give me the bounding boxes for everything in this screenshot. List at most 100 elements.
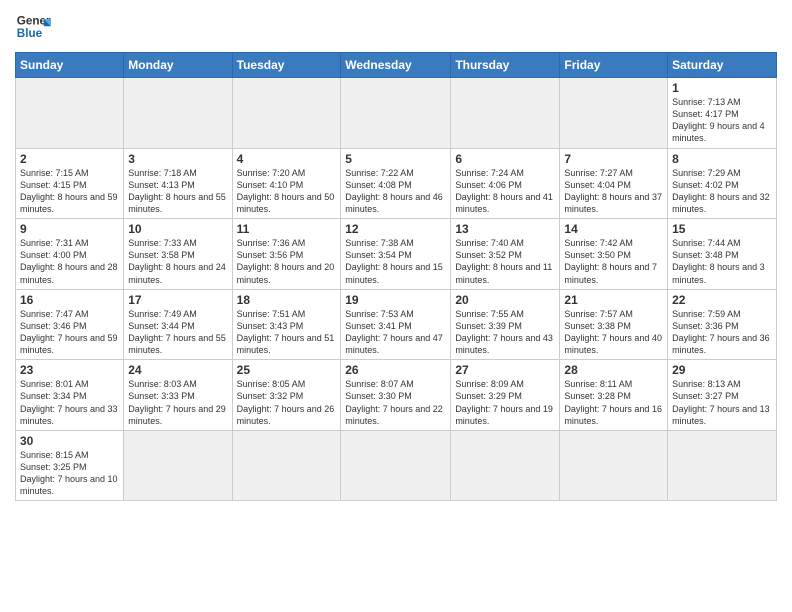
day-cell: 27Sunrise: 8:09 AMSunset: 3:29 PMDayligh… — [451, 360, 560, 431]
day-cell: 9Sunrise: 7:31 AMSunset: 4:00 PMDaylight… — [16, 219, 124, 290]
day-cell: 5Sunrise: 7:22 AMSunset: 4:08 PMDaylight… — [341, 148, 451, 219]
day-info: Sunrise: 7:29 AMSunset: 4:02 PMDaylight:… — [672, 167, 772, 216]
day-cell: 26Sunrise: 8:07 AMSunset: 3:30 PMDayligh… — [341, 360, 451, 431]
day-cell: 25Sunrise: 8:05 AMSunset: 3:32 PMDayligh… — [232, 360, 341, 431]
day-info: Sunrise: 8:09 AMSunset: 3:29 PMDaylight:… — [455, 378, 555, 427]
day-number: 20 — [455, 293, 555, 307]
day-info: Sunrise: 7:40 AMSunset: 3:52 PMDaylight:… — [455, 237, 555, 286]
day-cell — [341, 430, 451, 501]
day-cell — [232, 78, 341, 149]
day-number: 10 — [128, 222, 227, 236]
day-cell: 19Sunrise: 7:53 AMSunset: 3:41 PMDayligh… — [341, 289, 451, 360]
logo: General Blue — [15, 10, 51, 46]
weekday-header-row: SundayMondayTuesdayWednesdayThursdayFrid… — [16, 53, 777, 78]
day-cell: 10Sunrise: 7:33 AMSunset: 3:58 PMDayligh… — [124, 219, 232, 290]
day-cell: 7Sunrise: 7:27 AMSunset: 4:04 PMDaylight… — [560, 148, 668, 219]
day-cell: 17Sunrise: 7:49 AMSunset: 3:44 PMDayligh… — [124, 289, 232, 360]
day-number: 14 — [564, 222, 663, 236]
day-number: 27 — [455, 363, 555, 377]
day-number: 7 — [564, 152, 663, 166]
day-number: 17 — [128, 293, 227, 307]
day-cell: 23Sunrise: 8:01 AMSunset: 3:34 PMDayligh… — [16, 360, 124, 431]
day-number: 23 — [20, 363, 119, 377]
page: General Blue SundayMondayTuesdayWednesda… — [0, 0, 792, 612]
day-cell: 30Sunrise: 8:15 AMSunset: 3:25 PMDayligh… — [16, 430, 124, 501]
day-number: 28 — [564, 363, 663, 377]
day-cell: 15Sunrise: 7:44 AMSunset: 3:48 PMDayligh… — [668, 219, 777, 290]
day-cell: 13Sunrise: 7:40 AMSunset: 3:52 PMDayligh… — [451, 219, 560, 290]
day-info: Sunrise: 7:53 AMSunset: 3:41 PMDaylight:… — [345, 308, 446, 357]
weekday-header-tuesday: Tuesday — [232, 53, 341, 78]
svg-text:Blue: Blue — [17, 27, 43, 40]
day-info: Sunrise: 7:49 AMSunset: 3:44 PMDaylight:… — [128, 308, 227, 357]
day-number: 19 — [345, 293, 446, 307]
day-cell: 11Sunrise: 7:36 AMSunset: 3:56 PMDayligh… — [232, 219, 341, 290]
day-cell: 8Sunrise: 7:29 AMSunset: 4:02 PMDaylight… — [668, 148, 777, 219]
week-row-0: 1Sunrise: 7:13 AMSunset: 4:17 PMDaylight… — [16, 78, 777, 149]
day-cell: 14Sunrise: 7:42 AMSunset: 3:50 PMDayligh… — [560, 219, 668, 290]
day-cell — [451, 78, 560, 149]
day-cell: 22Sunrise: 7:59 AMSunset: 3:36 PMDayligh… — [668, 289, 777, 360]
week-row-4: 23Sunrise: 8:01 AMSunset: 3:34 PMDayligh… — [16, 360, 777, 431]
day-number: 15 — [672, 222, 772, 236]
day-info: Sunrise: 7:59 AMSunset: 3:36 PMDaylight:… — [672, 308, 772, 357]
day-cell: 29Sunrise: 8:13 AMSunset: 3:27 PMDayligh… — [668, 360, 777, 431]
day-number: 6 — [455, 152, 555, 166]
day-info: Sunrise: 8:13 AMSunset: 3:27 PMDaylight:… — [672, 378, 772, 427]
week-row-1: 2Sunrise: 7:15 AMSunset: 4:15 PMDaylight… — [16, 148, 777, 219]
day-number: 25 — [237, 363, 337, 377]
day-number: 4 — [237, 152, 337, 166]
day-number: 11 — [237, 222, 337, 236]
day-number: 22 — [672, 293, 772, 307]
weekday-header-monday: Monday — [124, 53, 232, 78]
weekday-header-friday: Friday — [560, 53, 668, 78]
logo-icon: General Blue — [15, 10, 51, 46]
week-row-2: 9Sunrise: 7:31 AMSunset: 4:00 PMDaylight… — [16, 219, 777, 290]
day-number: 16 — [20, 293, 119, 307]
day-info: Sunrise: 7:13 AMSunset: 4:17 PMDaylight:… — [672, 96, 772, 145]
day-info: Sunrise: 7:38 AMSunset: 3:54 PMDaylight:… — [345, 237, 446, 286]
day-number: 26 — [345, 363, 446, 377]
day-number: 8 — [672, 152, 772, 166]
day-cell: 16Sunrise: 7:47 AMSunset: 3:46 PMDayligh… — [16, 289, 124, 360]
day-cell: 24Sunrise: 8:03 AMSunset: 3:33 PMDayligh… — [124, 360, 232, 431]
day-cell — [232, 430, 341, 501]
day-info: Sunrise: 7:57 AMSunset: 3:38 PMDaylight:… — [564, 308, 663, 357]
day-cell: 21Sunrise: 7:57 AMSunset: 3:38 PMDayligh… — [560, 289, 668, 360]
day-cell: 20Sunrise: 7:55 AMSunset: 3:39 PMDayligh… — [451, 289, 560, 360]
day-cell — [451, 430, 560, 501]
day-number: 24 — [128, 363, 227, 377]
day-info: Sunrise: 8:01 AMSunset: 3:34 PMDaylight:… — [20, 378, 119, 427]
day-number: 13 — [455, 222, 555, 236]
day-info: Sunrise: 7:42 AMSunset: 3:50 PMDaylight:… — [564, 237, 663, 286]
day-cell — [560, 430, 668, 501]
week-row-3: 16Sunrise: 7:47 AMSunset: 3:46 PMDayligh… — [16, 289, 777, 360]
day-number: 9 — [20, 222, 119, 236]
day-cell: 12Sunrise: 7:38 AMSunset: 3:54 PMDayligh… — [341, 219, 451, 290]
day-info: Sunrise: 7:47 AMSunset: 3:46 PMDaylight:… — [20, 308, 119, 357]
day-info: Sunrise: 8:11 AMSunset: 3:28 PMDaylight:… — [564, 378, 663, 427]
day-info: Sunrise: 7:36 AMSunset: 3:56 PMDaylight:… — [237, 237, 337, 286]
day-info: Sunrise: 7:27 AMSunset: 4:04 PMDaylight:… — [564, 167, 663, 216]
day-info: Sunrise: 7:18 AMSunset: 4:13 PMDaylight:… — [128, 167, 227, 216]
day-cell — [668, 430, 777, 501]
day-number: 29 — [672, 363, 772, 377]
day-info: Sunrise: 7:22 AMSunset: 4:08 PMDaylight:… — [345, 167, 446, 216]
day-number: 12 — [345, 222, 446, 236]
day-number: 5 — [345, 152, 446, 166]
week-row-5: 30Sunrise: 8:15 AMSunset: 3:25 PMDayligh… — [16, 430, 777, 501]
day-cell — [560, 78, 668, 149]
day-number: 2 — [20, 152, 119, 166]
day-number: 18 — [237, 293, 337, 307]
day-cell: 28Sunrise: 8:11 AMSunset: 3:28 PMDayligh… — [560, 360, 668, 431]
day-number: 21 — [564, 293, 663, 307]
day-info: Sunrise: 7:20 AMSunset: 4:10 PMDaylight:… — [237, 167, 337, 216]
calendar: SundayMondayTuesdayWednesdayThursdayFrid… — [15, 52, 777, 501]
day-cell: 3Sunrise: 7:18 AMSunset: 4:13 PMDaylight… — [124, 148, 232, 219]
day-info: Sunrise: 7:24 AMSunset: 4:06 PMDaylight:… — [455, 167, 555, 216]
weekday-header-thursday: Thursday — [451, 53, 560, 78]
day-info: Sunrise: 7:33 AMSunset: 3:58 PMDaylight:… — [128, 237, 227, 286]
day-cell: 4Sunrise: 7:20 AMSunset: 4:10 PMDaylight… — [232, 148, 341, 219]
day-cell: 2Sunrise: 7:15 AMSunset: 4:15 PMDaylight… — [16, 148, 124, 219]
day-cell: 6Sunrise: 7:24 AMSunset: 4:06 PMDaylight… — [451, 148, 560, 219]
